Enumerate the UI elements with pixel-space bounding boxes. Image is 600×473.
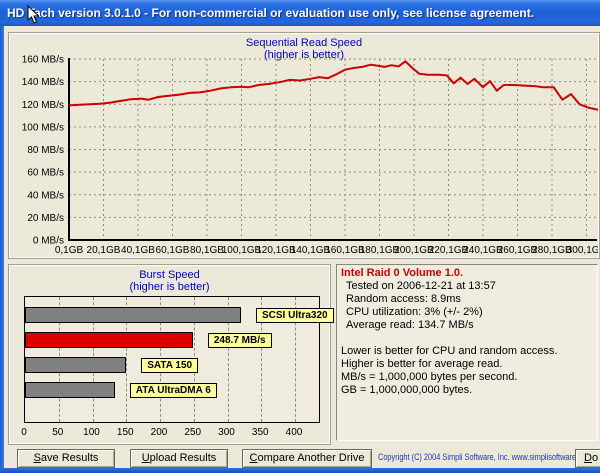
sequential-read-chart: 160 MB/s 140 MB/s 120 MB/s 100 MB/s 80 MB/s 6… bbox=[10, 34, 598, 257]
drive-stat-line: CPU utilization: 3% (+/- 2%) bbox=[341, 306, 593, 319]
svg-text:20,1GB: 20,1GB bbox=[87, 245, 121, 256]
svg-text:300,1GB: 300,1GB bbox=[567, 245, 598, 256]
drive-info-panel: Intel Raid 0 Volume 1.0. Tested on 2006-… bbox=[336, 264, 598, 441]
legend-note-line: GB = 1,000,000,000 bytes. bbox=[341, 384, 593, 397]
window-border-bottom bbox=[0, 468, 600, 473]
burst-axis-tick: 250 bbox=[178, 427, 208, 438]
burst-bar-reference bbox=[25, 307, 241, 323]
burst-chart-plot: SCSI Ultra320248.7 MB/sSATA 150ATA Ultra… bbox=[24, 296, 320, 423]
drive-stats: Tested on 2006-12-21 at 13:57Random acce… bbox=[341, 280, 593, 332]
legend-note-line: Lower is better for CPU and random acces… bbox=[341, 345, 593, 358]
burst-bar-label: SCSI Ultra320 bbox=[256, 308, 334, 323]
drive-stat-line: Random access: 8.9ms bbox=[341, 293, 593, 306]
window-title: HD Tach version 3.0.1.0 - For non-commer… bbox=[7, 6, 534, 20]
hd-tach-window: HD Tach version 3.0.1.0 - For non-commer… bbox=[0, 0, 600, 473]
sequential-read-panel: Sequential Read Speed (higher is better)… bbox=[8, 32, 600, 259]
legend-note-line: Higher is better for average read. bbox=[341, 358, 593, 371]
drive-stat-line: Tested on 2006-12-21 at 13:57 bbox=[341, 280, 593, 293]
svg-text:80,1GB: 80,1GB bbox=[190, 245, 224, 256]
burst-axis-tick: 300 bbox=[212, 427, 242, 438]
burst-chart-subtitle: (higher is better) bbox=[10, 281, 329, 293]
burst-bar-reference bbox=[25, 357, 126, 373]
svg-text:160 MB/s: 160 MB/s bbox=[22, 55, 64, 66]
mouse-cursor-icon bbox=[27, 5, 40, 25]
burst-bar-label: ATA UltraDMA 6 bbox=[130, 383, 217, 398]
save-results-button[interactable]: Save Results bbox=[17, 449, 115, 468]
title-bar[interactable]: HD Tach version 3.0.1.0 - For non-commer… bbox=[0, 0, 600, 26]
svg-text:60 MB/s: 60 MB/s bbox=[27, 168, 64, 179]
burst-axis-tick: 400 bbox=[279, 427, 309, 438]
burst-axis-tick: 150 bbox=[110, 427, 140, 438]
copyright-text: Copyright (C) 2004 Simpli Software, Inc.… bbox=[378, 452, 567, 462]
burst-speed-panel: Burst Speed (higher is better) SCSI Ultr… bbox=[8, 264, 331, 445]
svg-text:120 MB/s: 120 MB/s bbox=[22, 100, 64, 111]
svg-text:60,1GB: 60,1GB bbox=[156, 245, 190, 256]
svg-text:0,1GB: 0,1GB bbox=[55, 245, 84, 256]
burst-bar-label: SATA 150 bbox=[141, 358, 198, 373]
svg-text:40 MB/s: 40 MB/s bbox=[27, 190, 64, 201]
burst-axis-tick: 200 bbox=[144, 427, 174, 438]
drive-stat-line: Average read: 134.7 MB/s bbox=[341, 319, 593, 332]
chart-legend-notes: Lower is better for CPU and random acces… bbox=[341, 345, 593, 397]
compare-another-drive-button[interactable]: Compare Another Drive bbox=[242, 449, 372, 468]
burst-axis-tick: 50 bbox=[43, 427, 73, 438]
drive-name: Intel Raid 0 Volume 1.0. bbox=[341, 267, 593, 280]
burst-bar-current-drive bbox=[25, 332, 193, 348]
done-button[interactable]: Do bbox=[575, 449, 600, 468]
svg-text:20 MB/s: 20 MB/s bbox=[27, 213, 64, 224]
svg-text:140 MB/s: 140 MB/s bbox=[22, 77, 64, 88]
burst-bar-reference bbox=[25, 382, 115, 398]
window-border-left bbox=[0, 26, 4, 473]
burst-chart-title: Burst Speed bbox=[10, 269, 329, 281]
upload-results-button[interactable]: Upload Results bbox=[130, 449, 228, 468]
svg-text:40,1GB: 40,1GB bbox=[121, 245, 155, 256]
svg-text:100 MB/s: 100 MB/s bbox=[22, 122, 64, 133]
burst-axis-tick: 0 bbox=[9, 427, 39, 438]
svg-text:80 MB/s: 80 MB/s bbox=[27, 145, 64, 156]
legend-note-line: MB/s = 1,000,000 bytes per second. bbox=[341, 371, 593, 384]
burst-bar-label: 248.7 MB/s bbox=[208, 333, 272, 348]
burst-axis-tick: 100 bbox=[77, 427, 107, 438]
burst-axis-tick: 350 bbox=[245, 427, 275, 438]
